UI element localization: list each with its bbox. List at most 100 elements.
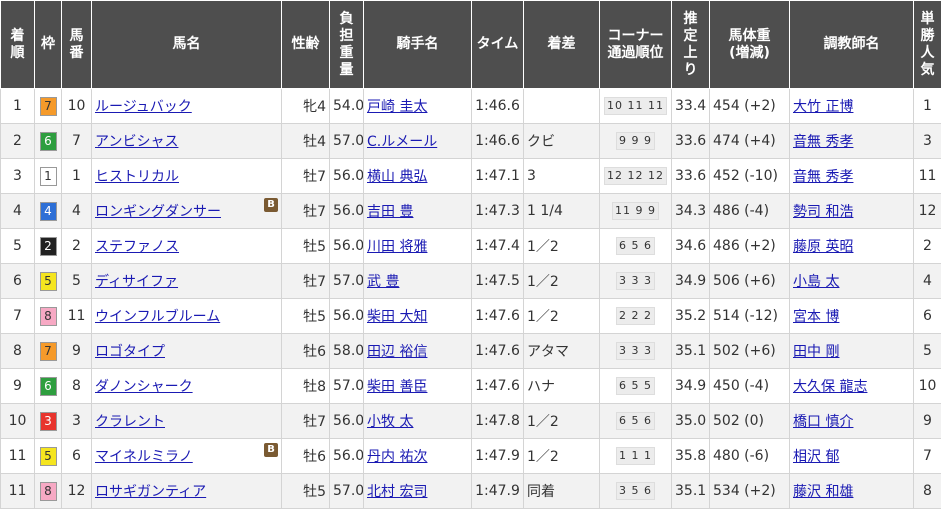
weight-cell: 56.0	[329, 158, 364, 194]
last3f-cell: 35.1	[671, 333, 710, 369]
jockey-link[interactable]: 小牧 太	[367, 414, 413, 430]
corner-positions: 3 3 3	[616, 272, 655, 290]
trainer-cell: 小島 太	[789, 263, 914, 299]
trainer-cell: 大久保 龍志	[789, 368, 914, 404]
time-cell: 1:47.4	[471, 228, 524, 264]
bodyweight-cell: 486 (+2)	[709, 228, 790, 264]
last3f-cell: 35.8	[671, 438, 710, 474]
jockey-link[interactable]: 柴田 善臣	[367, 379, 427, 395]
trainer-link[interactable]: 藤原 英昭	[793, 239, 853, 255]
horse-cell: ウインフルブルーム	[91, 298, 282, 334]
trainer-cell: 音無 秀孝	[789, 123, 914, 159]
jockey-link[interactable]: 吉田 豊	[367, 204, 413, 220]
trainer-link[interactable]: 橋口 慎介	[793, 414, 853, 430]
trainer-link[interactable]: 相沢 郁	[793, 449, 839, 465]
jockey-link[interactable]: 武 豊	[367, 274, 399, 290]
horse-cell: ロゴタイプ	[91, 333, 282, 369]
trainer-link[interactable]: 藤沢 和雄	[793, 484, 853, 500]
time-cell: 1:47.3	[471, 193, 524, 229]
margin-cell: 1／2	[523, 403, 600, 439]
trainer-cell: 音無 秀孝	[789, 158, 914, 194]
time-cell: 1:47.6	[471, 298, 524, 334]
jockey-link[interactable]: 横山 典弘	[367, 169, 427, 185]
jockey-cell: 戸崎 圭太	[363, 88, 472, 124]
popularity-cell: 4	[913, 263, 941, 299]
time-cell: 1:46.6	[471, 123, 524, 159]
jockey-link[interactable]: 丹内 祐次	[367, 449, 427, 465]
horse-link[interactable]: マイネルミラノ	[95, 449, 193, 465]
sexage-cell: 牡6	[281, 438, 330, 474]
trainer-link[interactable]: 大竹 正博	[793, 99, 853, 115]
waku-cell: 5	[34, 438, 62, 474]
horse-cell: ヒストリカル	[91, 158, 282, 194]
bodyweight-cell: 506 (+6)	[709, 263, 790, 299]
header-time: タイム	[471, 0, 524, 89]
horse-link[interactable]: ディサイファ	[95, 274, 178, 290]
trainer-link[interactable]: 大久保 龍志	[793, 379, 867, 395]
waku-badge: 7	[39, 341, 57, 361]
jockey-cell: 丹内 祐次	[363, 438, 472, 474]
trainer-link[interactable]: 田中 剛	[793, 344, 839, 360]
popularity-cell: 11	[913, 158, 941, 194]
jockey-link[interactable]: 北村 宏司	[367, 484, 427, 500]
last3f-cell: 35.2	[671, 298, 710, 334]
header-last3f: 推定上り	[671, 0, 710, 89]
bodyweight-cell: 474 (+4)	[709, 123, 790, 159]
horse-cell: ディサイファ	[91, 263, 282, 299]
last3f-cell: 33.4	[671, 88, 710, 124]
trainer-link[interactable]: 音無 秀孝	[793, 134, 853, 150]
result-body: 1 7 10 ルージュバック 牝4 54.0 戸崎 圭太 1:46.6 10 11 11 33.4…	[0, 88, 941, 509]
margin-cell: アタマ	[523, 333, 600, 369]
trainer-link[interactable]: 小島 太	[793, 274, 839, 290]
horse-link[interactable]: ロゴタイプ	[95, 344, 165, 360]
trainer-link[interactable]: 宮本 博	[793, 309, 839, 325]
table-row: 7 8 11 ウインフルブルーム 牡5 56.0 柴田 大知 1:47.6 1／2 2 2 2 35…	[0, 298, 941, 334]
umaban-cell: 6	[61, 438, 92, 474]
corner-cell: 11 9 9	[599, 193, 672, 229]
horse-link[interactable]: ステファノス	[95, 239, 179, 255]
horse-cell: クラレント	[91, 403, 282, 439]
trainer-cell: 宮本 博	[789, 298, 914, 334]
waku-cell: 6	[34, 368, 62, 404]
horse-link[interactable]: ウインフルブルーム	[95, 309, 220, 325]
umaban-cell: 1	[61, 158, 92, 194]
horse-link[interactable]: ダノンシャーク	[95, 379, 193, 395]
corner-cell: 10 11 11	[599, 88, 672, 124]
trainer-link[interactable]: 勢司 和浩	[793, 204, 853, 220]
horse-link[interactable]: ロンギングダンサー	[95, 204, 221, 220]
jockey-cell: 武 豊	[363, 263, 472, 299]
corner-cell: 3 3 3	[599, 333, 672, 369]
corner-cell: 3 3 3	[599, 263, 672, 299]
horse-cell: ロサギガンティア	[91, 473, 282, 509]
umaban-cell: 4	[61, 193, 92, 229]
jockey-link[interactable]: 柴田 大知	[367, 309, 427, 325]
jockey-link[interactable]: 田辺 裕信	[367, 344, 427, 360]
time-cell: 1:47.1	[471, 158, 524, 194]
horse-link[interactable]: クラレント	[95, 414, 165, 430]
header-weight: 負担重量	[329, 0, 364, 89]
waku-cell: 7	[34, 88, 62, 124]
corner-cell: 9 9 9	[599, 123, 672, 159]
jockey-link[interactable]: 川田 将雅	[367, 239, 427, 255]
rank-cell: 11	[0, 473, 35, 509]
jockey-link[interactable]: 戸崎 圭太	[367, 99, 427, 115]
waku-badge: 8	[39, 481, 57, 501]
weight-cell: 57.0	[329, 473, 364, 509]
trainer-link[interactable]: 音無 秀孝	[793, 169, 853, 185]
time-cell: 1:47.9	[471, 473, 524, 509]
rank-cell: 5	[0, 228, 35, 264]
horse-link[interactable]: ヒストリカル	[95, 169, 179, 185]
waku-badge: 6	[39, 131, 57, 151]
corner-positions: 10 11 11	[604, 97, 667, 115]
horse-link[interactable]: アンビシャス	[95, 134, 178, 150]
header-popularity: 単勝人気	[913, 0, 941, 89]
jockey-link[interactable]: C.ルメール	[367, 134, 437, 150]
horse-cell: ロンギングダンサー B	[91, 193, 282, 229]
margin-cell: 同着	[523, 473, 600, 509]
horse-link[interactable]: ルージュバック	[95, 99, 192, 115]
header-umaban: 馬番	[61, 0, 92, 89]
time-cell: 1:47.6	[471, 333, 524, 369]
popularity-cell: 3	[913, 123, 941, 159]
horse-link[interactable]: ロサギガンティア	[95, 484, 206, 500]
last3f-cell: 35.1	[671, 473, 710, 509]
